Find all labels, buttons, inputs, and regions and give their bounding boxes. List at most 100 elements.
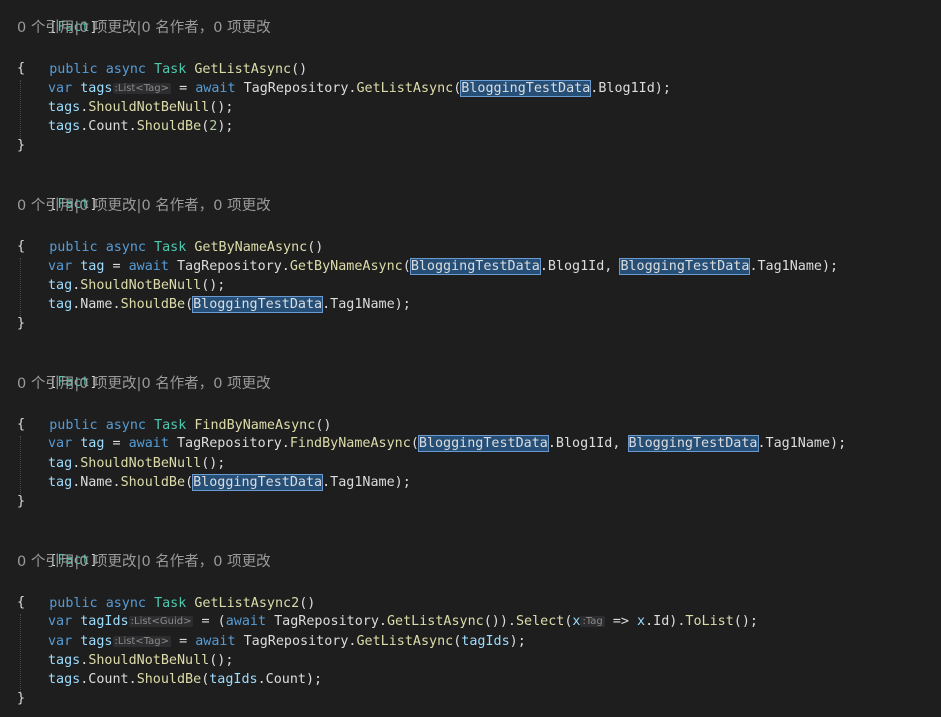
variable: tags xyxy=(48,100,81,115)
method-call: FindByNameAsync xyxy=(289,436,411,451)
indent-guide xyxy=(20,80,21,138)
method-signature[interactable]: public async Task GetByNameAsync() xyxy=(17,218,323,255)
code-text: (); xyxy=(209,100,234,115)
code-line[interactable]: var tag = await TagRepository.FindByName… xyxy=(48,434,846,454)
public-keyword: public xyxy=(49,62,98,77)
method-params: () xyxy=(299,596,316,611)
method-call: ShouldNotBeNull xyxy=(88,653,210,668)
keyword: var xyxy=(48,634,73,649)
method-params: () xyxy=(315,418,332,433)
variable: tagIds xyxy=(461,634,510,649)
open-brace: { xyxy=(17,61,26,76)
public-keyword: public xyxy=(49,596,98,611)
async-keyword: async xyxy=(105,62,146,77)
method-call: ShouldBe xyxy=(136,119,202,134)
code-text: .Count. xyxy=(80,672,137,687)
method-call: GetListAsync xyxy=(356,81,454,96)
keyword: var xyxy=(48,614,73,629)
code-text: TagRepository. xyxy=(235,634,357,649)
method-params: () xyxy=(291,62,308,77)
code-text: => xyxy=(604,614,638,629)
method-signature[interactable]: public async Task FindByNameAsync() xyxy=(17,396,331,433)
variable: tags xyxy=(80,81,113,96)
async-keyword: async xyxy=(105,418,146,433)
code-line[interactable]: var tag = await TagRepository.GetByNameA… xyxy=(48,257,838,277)
keyword: var xyxy=(48,436,73,451)
highlighted-reference[interactable]: BloggingTestData xyxy=(417,435,549,452)
indent-guide xyxy=(20,258,21,316)
method-call: ShouldBe xyxy=(136,672,202,687)
highlighted-reference[interactable]: BloggingTestData xyxy=(460,80,592,97)
async-keyword: async xyxy=(105,240,146,255)
variable: tagIds xyxy=(209,672,258,687)
code-line[interactable]: tags.ShouldNotBeNull(); xyxy=(48,98,233,118)
code-text: TagRepository. xyxy=(168,259,290,274)
code-text: .Count); xyxy=(257,672,323,687)
code-editor[interactable]: [Fact] 0 个引用|0 项更改|0 名作者，0 项更改 public as… xyxy=(0,0,941,717)
keyword: await xyxy=(225,614,267,629)
code-text: TagRepository. xyxy=(168,436,290,451)
variable: tag xyxy=(48,278,73,293)
method-call: ToList xyxy=(685,614,734,629)
code-line[interactable]: tag.Name.ShouldBe(BloggingTestData.Tag1N… xyxy=(48,295,411,315)
codelens[interactable]: 0 个引用|0 项更改|0 名作者，0 项更改 xyxy=(17,196,271,216)
code-line[interactable]: var tags:List<Tag> = await TagRepository… xyxy=(48,79,671,99)
indent-guide xyxy=(20,436,21,494)
code-text: .Tag1Name); xyxy=(757,436,847,451)
type-hint: :Tag xyxy=(580,616,605,627)
code-line[interactable]: var tags:List<Tag> = await TagRepository… xyxy=(48,632,526,652)
highlighted-reference[interactable]: BloggingTestData xyxy=(192,296,324,313)
attribute-line[interactable]: [Fact] xyxy=(17,0,97,35)
close-brace: } xyxy=(17,138,26,153)
open-brace: { xyxy=(17,595,26,610)
codelens[interactable]: 0 个引用|0 项更改|0 名作者，0 项更改 xyxy=(17,18,271,38)
keyword: await xyxy=(195,81,236,96)
code-text: .Blog1Id, xyxy=(547,436,629,451)
code-text: ); xyxy=(217,119,234,134)
attribute-line[interactable]: [Fact] xyxy=(17,175,97,212)
code-text: ()). xyxy=(483,614,516,629)
code-line[interactable]: tag.ShouldNotBeNull(); xyxy=(48,276,225,296)
keyword: await xyxy=(128,436,169,451)
code-line[interactable]: tag.ShouldNotBeNull(); xyxy=(48,454,225,474)
attribute-line[interactable]: [Fact] xyxy=(17,531,97,568)
code-text: TagRepository. xyxy=(266,614,387,629)
close-brace: } xyxy=(17,691,26,706)
variable: x xyxy=(637,614,646,629)
highlighted-reference[interactable]: BloggingTestData xyxy=(409,258,541,275)
open-brace: { xyxy=(17,239,26,254)
code-line[interactable]: tag.Name.ShouldBe(BloggingTestData.Tag1N… xyxy=(48,473,411,493)
variable: tag xyxy=(80,259,105,274)
code-line[interactable]: var tagIds:List<Guid> = (await TagReposi… xyxy=(48,612,758,632)
method-name: GetByNameAsync xyxy=(194,240,308,255)
code-text: .Tag1Name); xyxy=(749,259,839,274)
codelens[interactable]: 0 个引用|0 项更改|0 名作者，0 项更改 xyxy=(17,552,271,572)
keyword: await xyxy=(128,259,169,274)
code-text: .Blog1Id, xyxy=(539,259,621,274)
highlighted-reference[interactable]: BloggingTestData xyxy=(627,435,759,452)
attribute-line[interactable]: [Fact] xyxy=(17,353,97,390)
variable: tag xyxy=(48,475,73,490)
code-text: = xyxy=(171,634,196,649)
codelens[interactable]: 0 个引用|0 项更改|0 名作者，0 项更改 xyxy=(17,374,271,394)
method-call: GetListAsync xyxy=(386,614,484,629)
highlighted-reference[interactable]: BloggingTestData xyxy=(192,474,324,491)
code-text: ( xyxy=(410,436,419,451)
code-line[interactable]: tags.Count.ShouldBe(2); xyxy=(48,117,233,137)
task-type: Task xyxy=(154,62,187,77)
code-text: TagRepository. xyxy=(235,81,357,96)
method-signature[interactable]: public async Task GetListAsync() xyxy=(17,40,307,77)
variable: tags xyxy=(48,119,81,134)
code-line[interactable]: tags.Count.ShouldBe(tagIds.Count); xyxy=(48,670,322,690)
keyword: var xyxy=(48,259,73,274)
method-call: ShouldBe xyxy=(120,297,186,312)
method-signature[interactable]: public async Task GetListAsync2() xyxy=(17,574,315,611)
keyword: await xyxy=(195,634,236,649)
variable: tags xyxy=(48,672,81,687)
code-text: (); xyxy=(201,456,226,471)
method-call: Select xyxy=(515,614,565,629)
task-type: Task xyxy=(154,596,187,611)
highlighted-reference[interactable]: BloggingTestData xyxy=(619,258,751,275)
method-call: ShouldNotBeNull xyxy=(88,100,210,115)
code-line[interactable]: tags.ShouldNotBeNull(); xyxy=(48,651,233,671)
